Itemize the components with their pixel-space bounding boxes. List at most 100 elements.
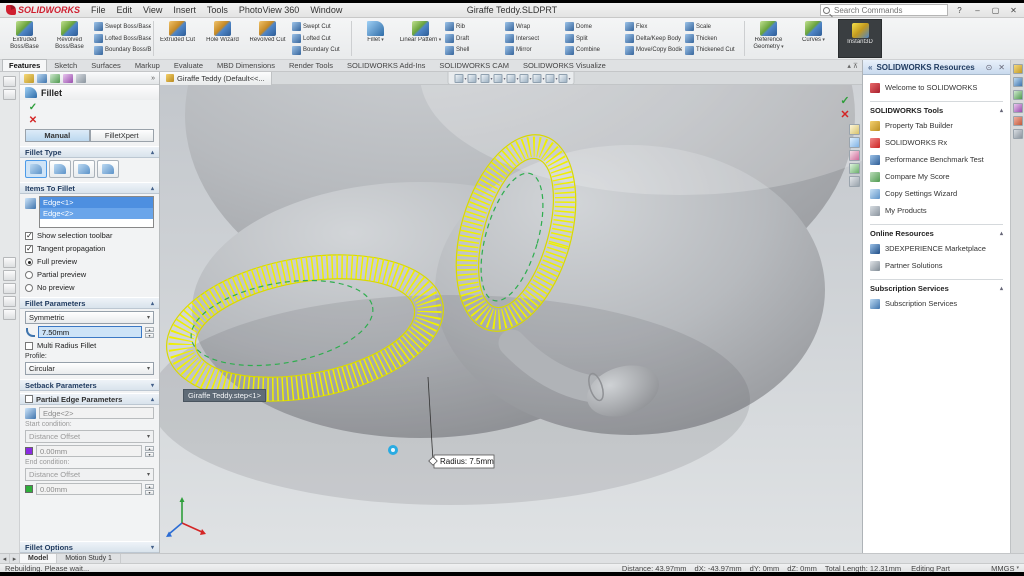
maximize-button[interactable]: ▢ (989, 5, 1002, 16)
partial-edge-parameters-header[interactable]: Partial Edge Parameters ▴ (20, 393, 159, 405)
menu-view[interactable]: View (142, 5, 163, 15)
edge-ref-field[interactable]: Edge<2> (39, 407, 154, 419)
my-products-link[interactable]: My Products (870, 204, 1003, 217)
model-tab[interactable]: Model (20, 554, 57, 563)
extruded-cut-button[interactable]: Extruded Cut (155, 19, 200, 58)
edit-appearance-icon[interactable] (533, 74, 542, 83)
collapsed-panel-icon[interactable] (3, 257, 16, 268)
menu-file[interactable]: File (90, 5, 107, 15)
displaymanager-tab-icon[interactable] (76, 74, 86, 83)
view-orientation-icon[interactable] (494, 74, 503, 83)
start-offset-input[interactable]: 0.00mm (36, 445, 142, 457)
no-preview-radio[interactable]: No preview (25, 282, 154, 293)
tab-mbd-dimensions[interactable]: MBD Dimensions (210, 59, 282, 71)
checkbox-icon[interactable] (25, 395, 33, 403)
view-settings-icon[interactable] (559, 74, 568, 83)
list-item-edge2[interactable]: Edge<2> (40, 208, 153, 219)
full-round-fillet-button[interactable] (97, 160, 119, 178)
tab-markup[interactable]: Markup (128, 59, 167, 71)
tab-scroll-left-icon[interactable] (0, 554, 10, 563)
command-search[interactable] (820, 4, 948, 16)
collapse-left-icon[interactable]: « (868, 63, 872, 72)
instant3d-button[interactable]: Instant3D (838, 19, 882, 58)
thicken-button[interactable]: Thicken (684, 33, 742, 45)
cancel-button[interactable]: ✕ (25, 114, 41, 126)
thickened-cut-button[interactable]: Thickened Cut (684, 44, 742, 56)
search-input[interactable] (832, 5, 945, 16)
reference-geometry-button[interactable]: Reference Geometry (746, 19, 791, 58)
dimxpertmanager-tab-icon[interactable] (63, 74, 73, 83)
graphics-viewport[interactable]: Giraffe Teddy (Default<<... (160, 72, 862, 553)
performance-benchmark-link[interactable]: Performance Benchmark Test (870, 153, 1003, 166)
symmetric-dropdown[interactable]: Symmetric▾ (25, 311, 154, 324)
swept-boss-button[interactable]: Swept Boss/Base (93, 21, 151, 33)
apply-scene-icon[interactable] (546, 74, 555, 83)
confirm-ok-button[interactable]: ✓ (838, 94, 852, 106)
constant-size-fillet-button[interactable] (25, 160, 47, 178)
wrap-button[interactable]: Wrap (504, 21, 562, 33)
tab-solidworks-cam[interactable]: SOLIDWORKS CAM (432, 59, 516, 71)
fillet-parameters-header[interactable]: Fillet Parameters▴ (20, 297, 159, 309)
design-library-tab-icon[interactable] (1013, 77, 1023, 87)
visibility-icon[interactable] (849, 137, 860, 148)
display-style-icon[interactable] (507, 74, 516, 83)
move-copy-bodies-button[interactable]: Move/Copy Bodies (624, 44, 682, 56)
boundary-boss-button[interactable]: Boundary Boss/Base (93, 44, 151, 56)
model-canvas[interactable]: Radius: 7.5mm (160, 85, 862, 553)
lofted-boss-button[interactable]: Lofted Boss/Base (93, 33, 151, 45)
delta-keep-body-button[interactable]: Delta/Keep Body (624, 33, 682, 45)
property-tab-builder-link[interactable]: Property Tab Builder (870, 119, 1003, 132)
setback-parameters-header[interactable]: Setback Parameters▾ (20, 379, 159, 391)
menu-edit[interactable]: Edit (116, 5, 134, 15)
revolved-cut-button[interactable]: Revolved Cut (245, 19, 290, 58)
appearances-tab-icon[interactable] (1013, 116, 1023, 126)
subscription-section-header[interactable]: Subscription Services▴ (870, 279, 1003, 293)
palette-icon[interactable] (849, 150, 860, 161)
lofted-cut-button[interactable]: Lofted Cut (291, 33, 349, 45)
dome-button[interactable]: Dome (564, 21, 622, 33)
view-palette-tab-icon[interactable] (1013, 103, 1023, 113)
ok-button[interactable]: ✓ (25, 101, 41, 113)
mirror-button[interactable]: Mirror (504, 44, 562, 56)
section-view-icon[interactable] (481, 74, 490, 83)
rib-button[interactable]: Rib (444, 21, 502, 33)
collapsed-panel-icon[interactable] (3, 283, 16, 294)
hole-wizard-button[interactable]: Hole Wizard (200, 19, 245, 58)
configurationmanager-tab-icon[interactable] (50, 74, 60, 83)
welcome-link[interactable]: Welcome to SOLIDWORKS (870, 81, 1003, 94)
hide-show-items-icon[interactable] (520, 74, 529, 83)
fillet-type-header[interactable]: Fillet Type▴ (20, 146, 159, 158)
tab-sketch[interactable]: Sketch (47, 59, 84, 71)
draft-button[interactable]: Draft (444, 33, 502, 45)
profile-dropdown[interactable]: Circular▾ (25, 362, 154, 375)
shell-button[interactable]: Shell (444, 44, 502, 56)
featuremanager-tree-tab-icon[interactable] (24, 74, 34, 83)
intersect-button[interactable]: Intersect (504, 33, 562, 45)
extruded-boss-button[interactable]: Extruded Boss/Base (2, 19, 47, 58)
help-button[interactable]: ? (953, 5, 966, 16)
zoom-fit-icon[interactable] (455, 74, 464, 83)
panel-overflow-icon[interactable]: » (151, 75, 155, 82)
collapsed-panel-icon[interactable] (3, 309, 16, 320)
propertymanager-tab-icon[interactable] (37, 74, 47, 83)
fillet-options-header[interactable]: Fillet Options▾ (20, 541, 159, 553)
swept-cut-button[interactable]: Swept Cut (291, 21, 349, 33)
flex-button[interactable]: Flex (624, 21, 682, 33)
combine-button[interactable]: Combine (564, 44, 622, 56)
full-preview-radio[interactable]: Full preview (25, 256, 154, 267)
tab-scroll-right-icon[interactable] (10, 554, 20, 563)
collapsed-panel-icon[interactable] (3, 296, 16, 307)
edge-selection-list[interactable]: Edge<1> Edge<2> (39, 196, 154, 228)
curves-button[interactable]: Curves (791, 19, 836, 58)
document-tab[interactable]: Giraffe Teddy (Default<<... (160, 72, 272, 85)
multi-radius-row[interactable]: Multi Radius Fillet (25, 340, 154, 351)
cube-icon[interactable] (849, 176, 860, 187)
tangent-propagation-row[interactable]: Tangent propagation (25, 243, 154, 254)
close-icon[interactable]: ✕ (998, 63, 1005, 72)
start-offset-stepper[interactable] (145, 446, 154, 457)
scale-button[interactable]: Scale (684, 21, 742, 33)
revolved-boss-button[interactable]: Revolved Boss/Base (47, 19, 92, 58)
menu-window[interactable]: Window (309, 5, 343, 15)
list-item-edge1[interactable]: Edge<1> (40, 197, 153, 208)
custom-properties-tab-icon[interactable] (1013, 129, 1023, 139)
